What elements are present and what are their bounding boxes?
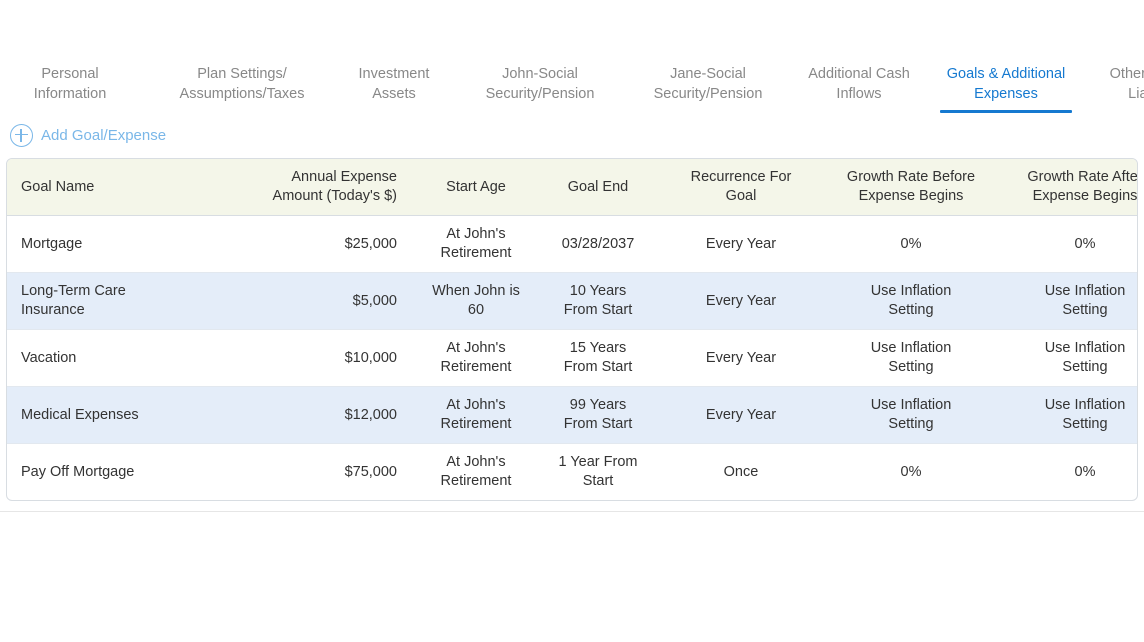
tab-other-assets-liabilities[interactable]: Other Assets & Liabilities — [1092, 64, 1144, 104]
table-row: Mortgage $25,000 At John's Retirement 03/28… — [7, 215, 1137, 273]
tab-investment-assets[interactable]: Investment Assets — [340, 64, 448, 104]
column-header-growth-before: Growth Rate Before Expense Begins — [823, 159, 999, 216]
table-row: Medical Expenses $12,000 At John's Retirem… — [7, 386, 1137, 444]
cell-goal-name: Pay Off Mortgage — [21, 463, 135, 480]
cell-goal-end: 10 Years From Start — [537, 272, 659, 330]
column-header-recurrence: Recurrence For Goal — [659, 159, 823, 216]
cell-goal-name: Mortgage — [7, 215, 215, 273]
column-header-goal-name: Goal Name — [7, 159, 215, 216]
cell-growth-rate-before: Use Inflation Setting — [823, 329, 999, 387]
tab-goals-additional-expenses[interactable]: Goals & Additional Expenses — [934, 64, 1078, 113]
cell-start-age: At John's Retirement — [415, 329, 537, 387]
cell-annual-expense-amount: $25,000 — [215, 215, 415, 273]
cell-goal-name: Medical Expenses — [7, 386, 215, 444]
cell-goal-end: 99 Years From Start — [537, 386, 659, 444]
cell-growth-rate-before: 0% — [823, 215, 999, 273]
tab-label: Jane-Social Security/Pension — [653, 66, 763, 102]
tab-john-social-security-pension[interactable]: John-Social Security/Pension — [464, 64, 616, 104]
cell-annual-expense-amount: $75,000 — [344, 463, 397, 480]
cell-growth-rate-after: Use Inflation Setting — [999, 386, 1137, 444]
cell-recurrence: Every Year — [659, 329, 823, 387]
tab-label: John-Social Security/Pension — [485, 66, 595, 102]
tab-label: Investment Assets — [358, 66, 430, 102]
table-row: Vacation $10,000 At John's Retirement 15 Ye… — [7, 329, 1137, 387]
cell-recurrence: Every Year — [659, 272, 823, 330]
column-header-annual-expense: Annual Expense Amount (Today's $) — [215, 159, 415, 216]
cell-start-age: When John is 60 — [415, 272, 537, 330]
cell-goal-name: Long-Term Care Insurance — [7, 272, 215, 330]
table-row: Long-Term Care Insurance $5,000 When John … — [7, 272, 1137, 330]
cell-annual-expense-amount: $10,000 — [215, 329, 415, 387]
cell-annual-expense-amount: $12,000 — [215, 386, 415, 444]
column-header-goal-end: Goal End — [537, 159, 659, 216]
cell-start-age: At John's Retirement — [415, 386, 537, 444]
tab-plan-settings-assumptions-taxes[interactable]: Plan Settings/ Assumptions/Taxes — [162, 64, 322, 104]
cell-annual-expense-amount: $5,000 — [215, 272, 415, 330]
tab-label: Other Assets & Liabilities — [1109, 66, 1144, 102]
goals-table-body: Mortgage $25,000 At John's Retirement 03/28… — [7, 215, 1137, 501]
cell-growth-rate-after: 0% — [999, 215, 1137, 273]
table-row: Pay Off Mortgage $75,000 At John's Retirem… — [7, 444, 1137, 501]
plan-tab-bar: Personal Information Plan Settings/ Assu… — [0, 64, 1144, 120]
tab-active-underline — [940, 110, 1072, 113]
content-bottom-divider — [0, 511, 1144, 512]
tab-additional-cash-inflows[interactable]: Additional Cash Inflows — [798, 64, 920, 104]
tab-label: Personal Information — [33, 66, 107, 102]
cell-recurrence: Every Year — [659, 215, 823, 273]
cell-recurrence: Once — [723, 463, 759, 480]
cell-growth-rate-before: 0% — [900, 463, 922, 480]
cell-growth-rate-after: Use Inflation Setting — [999, 329, 1137, 387]
cell-recurrence: Every Year — [659, 386, 823, 444]
cell-goal-end: 03/28/2037 — [537, 215, 659, 273]
cell-growth-rate-after: 0% — [1074, 463, 1096, 480]
cell-growth-rate-after: Use Inflation Setting — [999, 272, 1137, 330]
cell-growth-rate-before: Use Inflation Setting — [823, 386, 999, 444]
column-header-growth-after: Growth Rate After Expense Begins — [999, 159, 1137, 216]
tab-label: Goals & Additional Expenses — [946, 66, 1066, 102]
tab-label: Plan Settings/ Assumptions/Taxes — [179, 66, 305, 102]
table-header-row: Goal Name Annual Expense Amount (Today's… — [7, 159, 1137, 216]
cell-goal-end: 1 Year From Start — [558, 454, 638, 489]
cell-growth-rate-before: Use Inflation Setting — [823, 272, 999, 330]
cell-start-age: At John's Retirement — [440, 454, 512, 489]
cell-goal-name: Vacation — [7, 329, 215, 387]
tab-personal-information[interactable]: Personal Information — [8, 64, 132, 104]
add-goal-expense-label: Add Goal/Expense — [41, 126, 167, 144]
tab-jane-social-security-pension[interactable]: Jane-Social Security/Pension — [632, 64, 784, 104]
add-goal-expense-button[interactable]: Add Goal/Expense — [0, 120, 210, 150]
goals-table-container: Goal Name Annual Expense Amount (Today's… — [6, 158, 1138, 501]
plus-circle-icon — [10, 123, 33, 147]
column-header-start-age: Start Age — [415, 159, 537, 216]
cell-start-age: At John's Retirement — [415, 215, 537, 273]
tab-label: Additional Cash Inflows — [808, 66, 910, 102]
goals-table: Goal Name Annual Expense Amount (Today's… — [7, 159, 1137, 501]
cell-goal-end: 15 Years From Start — [537, 329, 659, 387]
goals-table-header: Goal Name Annual Expense Amount (Today's… — [7, 159, 1137, 216]
